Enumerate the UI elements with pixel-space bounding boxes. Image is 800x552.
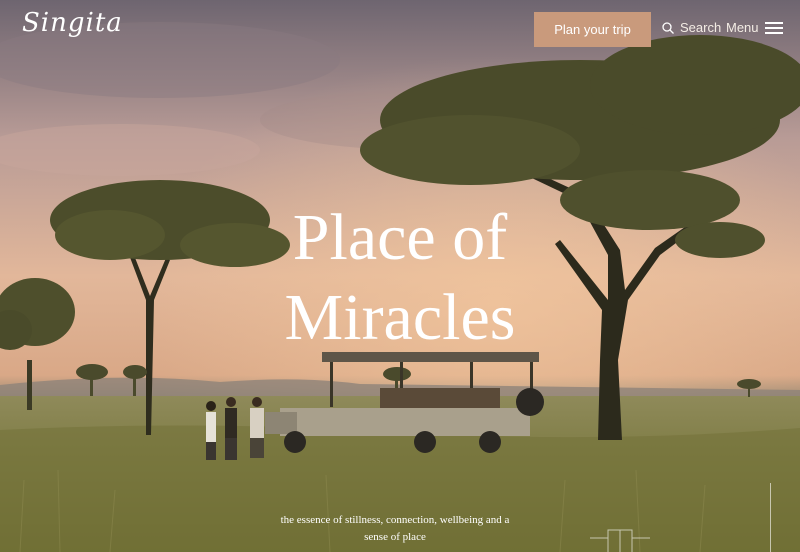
hero-tagline: the essence of stillness, connection, we… (280, 514, 510, 543)
hero-headline: Place of Miracles (0, 198, 800, 358)
menu-label: Menu (726, 20, 759, 35)
singita-logo[interactable]: Singita (22, 8, 123, 38)
scroll-indicator-line (770, 483, 771, 552)
search-link[interactable]: Search (662, 20, 721, 35)
menu-button[interactable]: Menu (726, 20, 783, 35)
headline-line-1: Place of (292, 201, 508, 274)
search-label: Search (680, 20, 722, 35)
plan-your-trip-button[interactable]: Plan your trip (534, 12, 651, 47)
search-icon (662, 21, 674, 34)
headline-line-2: Miracles (284, 281, 516, 354)
decorative-grid-icon (590, 529, 650, 552)
hamburger-icon (764, 21, 783, 34)
